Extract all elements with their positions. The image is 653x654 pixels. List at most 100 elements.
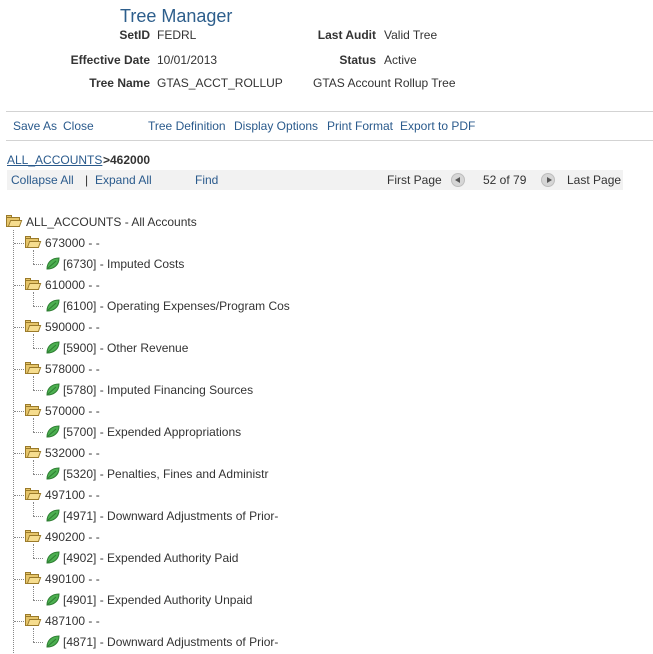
tree-connector: [33, 250, 34, 264]
tree-connector: [33, 474, 43, 475]
tree-connector: [33, 516, 43, 517]
folder-open-icon: [25, 278, 42, 290]
leaf-icon: [45, 551, 61, 565]
next-page-icon[interactable]: [541, 173, 555, 187]
tree-connector: [33, 544, 34, 558]
tree-connector: [33, 600, 43, 601]
tree-connector: [13, 230, 14, 653]
tree-node-label[interactable]: 570000 - -: [45, 402, 100, 420]
leaf-icon: [45, 257, 61, 271]
tree-definition-link[interactable]: Tree Definition: [148, 119, 226, 133]
breadcrumb-root-link[interactable]: ALL_ACCOUNTS: [7, 153, 102, 167]
folder-open-icon: [25, 236, 42, 248]
tree-root-label[interactable]: ALL_ACCOUNTS - All Accounts: [26, 213, 197, 231]
tree-leaf-label[interactable]: [4901] - Expended Authority Unpaid: [63, 591, 252, 609]
folder-open-icon: [25, 320, 42, 332]
setid-label: SetID: [119, 28, 150, 42]
tree-node-label[interactable]: 532000 - -: [45, 444, 100, 462]
status-label: Status: [339, 53, 376, 67]
tree-connector: [33, 460, 34, 474]
tree-name-label: Tree Name: [89, 76, 150, 90]
tree-connector: [33, 306, 43, 307]
first-page-label: First Page: [387, 173, 442, 187]
print-format-link[interactable]: Print Format: [327, 119, 393, 133]
effective-date-value: 10/01/2013: [157, 53, 218, 67]
tree-leaf-label[interactable]: [5700] - Expended Appropriations: [63, 423, 241, 441]
tree-leaf-label[interactable]: [4902] - Expended Authority Paid: [63, 549, 238, 567]
leaf-icon: [45, 635, 61, 649]
tree-node-label[interactable]: 490100 - -: [45, 570, 100, 588]
tree-connector: [33, 628, 34, 642]
breadcrumb-current: >462000: [103, 153, 151, 167]
tree-connector: [33, 292, 34, 306]
tree-node-label[interactable]: 673000 - -: [45, 234, 100, 252]
setid-value: FEDRL: [157, 28, 197, 42]
folder-open-icon: [25, 404, 42, 416]
tree-node-label[interactable]: 578000 - -: [45, 360, 100, 378]
leaf-icon: [45, 509, 61, 523]
export-pdf-link[interactable]: Export to PDF: [400, 119, 475, 133]
previous-page-icon[interactable]: [451, 173, 465, 187]
save-as-link[interactable]: Save As: [13, 119, 57, 133]
folder-open-icon: [25, 362, 42, 374]
nav-separator: |: [85, 173, 89, 187]
close-link[interactable]: Close: [63, 119, 94, 133]
tree-connector: [33, 348, 43, 349]
tree-connector: [14, 285, 24, 286]
tree-connector: [33, 390, 43, 391]
leaf-icon: [45, 341, 61, 355]
folder-open-icon: [25, 614, 42, 626]
tree-leaf-label[interactable]: [6100] - Operating Expenses/Program Cos: [63, 297, 290, 315]
tree-node-label[interactable]: 610000 - -: [45, 276, 100, 294]
tree-leaf-label[interactable]: [4971] - Downward Adjustments of Prior-: [63, 507, 278, 525]
leaf-icon: [45, 299, 61, 313]
tree-connector: [33, 558, 43, 559]
effective-date-label: Effective Date: [70, 53, 150, 67]
collapse-all-link[interactable]: Collapse All: [11, 173, 74, 187]
tree-connector: [33, 642, 43, 643]
tree-connector: [14, 243, 24, 244]
status-value: Active: [384, 53, 417, 67]
tree-name-value: GTAS_ACCT_ROLLUP: [157, 76, 283, 90]
folder-open-icon: [25, 488, 42, 500]
tree-connector: [14, 495, 24, 496]
divider: [6, 140, 653, 141]
leaf-icon: [45, 467, 61, 481]
tree-connector: [14, 579, 24, 580]
tree-leaf-label[interactable]: [5320] - Penalties, Fines and Administr: [63, 465, 268, 483]
tree-leaf-label[interactable]: [5900] - Other Revenue: [63, 339, 188, 357]
tree-leaf-label[interactable]: [5780] - Imputed Financing Sources: [63, 381, 253, 399]
tree-leaf-label[interactable]: [4871] - Downward Adjustments of Prior-: [63, 633, 278, 651]
folder-open-icon: [25, 530, 42, 542]
last-page-label: Last Page: [567, 173, 622, 187]
tree-connector: [33, 432, 43, 433]
expand-all-link[interactable]: Expand All: [95, 173, 152, 187]
tree-node-label[interactable]: 590000 - -: [45, 318, 100, 336]
tree-connector: [33, 264, 43, 265]
tree-connector: [14, 369, 24, 370]
tree-connector: [33, 586, 34, 600]
leaf-icon: [45, 383, 61, 397]
tree-node-label[interactable]: 497100 - -: [45, 486, 100, 504]
tree-node-label[interactable]: 487100 - -: [45, 612, 100, 630]
display-options-link[interactable]: Display Options: [234, 119, 318, 133]
folder-open-icon: [25, 446, 42, 458]
last-audit-value: Valid Tree: [384, 28, 438, 42]
tree-leaf-label[interactable]: [6730] - Imputed Costs: [63, 255, 184, 273]
divider: [6, 111, 653, 112]
find-link[interactable]: Find: [195, 173, 218, 187]
tree-node-label[interactable]: 490200 - -: [45, 528, 100, 546]
tree-connector: [14, 621, 24, 622]
page-title: Tree Manager: [120, 6, 233, 26]
tree-description: GTAS Account Rollup Tree: [313, 76, 456, 90]
tree-connector: [14, 327, 24, 328]
folder-open-icon: [25, 572, 42, 584]
leaf-icon: [45, 425, 61, 439]
page-info: 52 of 79: [483, 173, 527, 187]
last-audit-label: Last Audit: [317, 28, 376, 42]
tree-connector: [14, 453, 24, 454]
tree-connector: [33, 502, 34, 516]
tree-nav-bar: Collapse All | Expand All Find First Pag…: [7, 170, 623, 190]
tree-connector: [33, 418, 34, 432]
tree-connector: [33, 334, 34, 348]
